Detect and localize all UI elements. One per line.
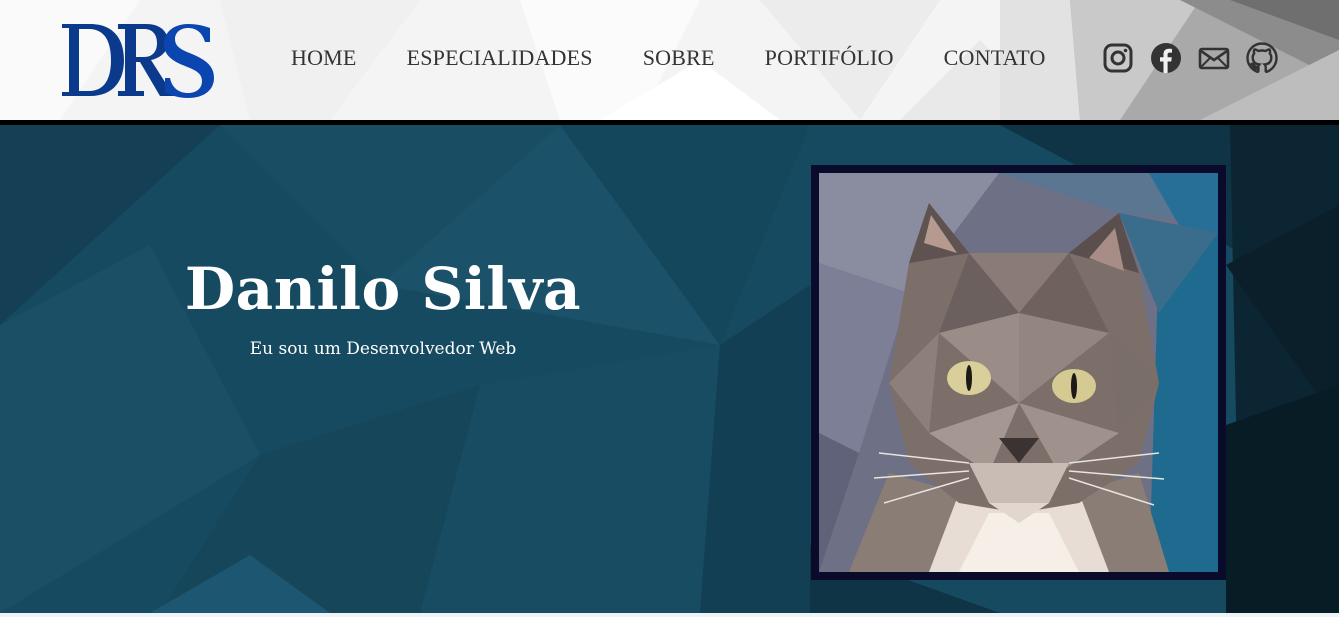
- profile-photo-frame: [811, 165, 1226, 580]
- drs-logo[interactable]: [60, 20, 220, 100]
- hero-subtitle: Eu sou um Desenvolvedor Web: [249, 339, 517, 359]
- social-links: [1102, 40, 1294, 76]
- instagram-icon: [1103, 43, 1133, 73]
- site-header: HOME ESPECIALIDADES SOBRE PORTIFÓLIO CON…: [0, 0, 1339, 120]
- nav-home-link[interactable]: HOME: [291, 45, 357, 71]
- github-icon: [1246, 42, 1278, 74]
- nav-especialidades-link[interactable]: ESPECIALIDADES: [407, 45, 593, 71]
- email-link[interactable]: [1198, 42, 1230, 74]
- nav-contato-link[interactable]: CONTATO: [944, 45, 1046, 71]
- mail-icon: [1198, 47, 1230, 70]
- facebook-icon: [1151, 43, 1181, 73]
- nav-portifolio-link[interactable]: PORTIFÓLIO: [765, 45, 894, 71]
- hero-name: Danilo Silva: [184, 255, 582, 323]
- bottom-strip: [0, 613, 1339, 617]
- hero-section: Danilo Silva Eu sou um Desenvolvedor Web: [0, 125, 1339, 613]
- instagram-link[interactable]: [1102, 42, 1134, 74]
- drs-logo-mark: [62, 24, 214, 98]
- main-nav: HOME ESPECIALIDADES SOBRE PORTIFÓLIO CON…: [266, 42, 1071, 74]
- facebook-link[interactable]: [1150, 42, 1182, 74]
- profile-photo-cat: [819, 173, 1218, 572]
- github-link[interactable]: [1246, 42, 1278, 74]
- nav-sobre-link[interactable]: SOBRE: [643, 45, 715, 71]
